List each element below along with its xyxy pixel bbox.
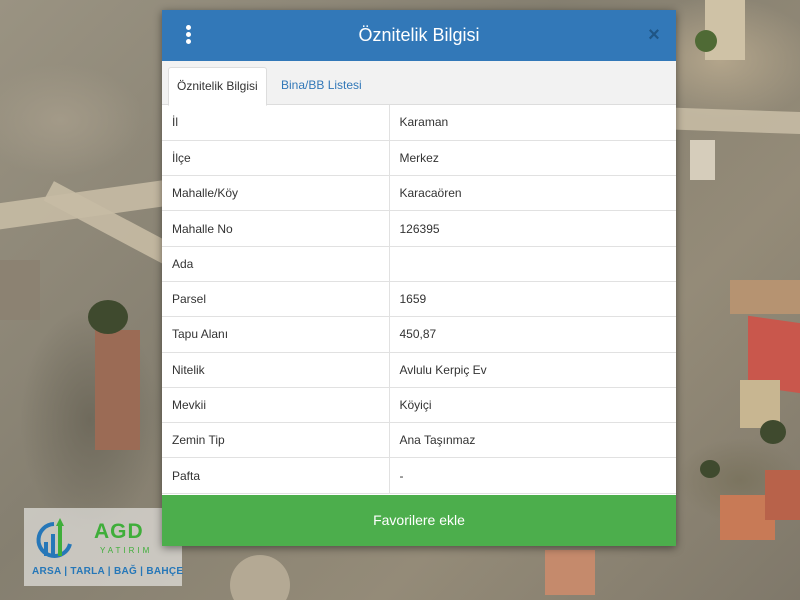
row-key: Mahalle/Köy xyxy=(162,175,390,212)
row-value: Avlulu Kerpiç Ev xyxy=(389,352,676,388)
map-building xyxy=(0,260,40,320)
row-value: Ana Taşınmaz xyxy=(389,422,676,459)
row-key: Tapu Alanı xyxy=(162,316,390,353)
map-tree xyxy=(760,420,786,444)
table-row: Parsel 1659 xyxy=(162,281,676,318)
map-road xyxy=(671,107,800,135)
table-row: Mevkii Köyiçi xyxy=(162,387,676,424)
map-building xyxy=(765,470,800,520)
table-row: Mahalle/Köy Karacaören xyxy=(162,175,676,212)
logo-name: AGD xyxy=(94,520,144,543)
map-building xyxy=(95,330,140,450)
row-value: - xyxy=(389,457,676,494)
attribute-table: İl Karaman İlçe Merkez Mahalle/Köy Karac… xyxy=(162,105,676,494)
row-key: İlçe xyxy=(162,140,390,177)
map-building xyxy=(690,140,715,180)
row-key: Mevkii xyxy=(162,387,390,424)
table-row: Ada xyxy=(162,246,676,282)
tab-attribute-info[interactable]: Öznitelik Bilgisi xyxy=(168,67,267,106)
row-key: Pafta xyxy=(162,457,390,494)
row-key: Nitelik xyxy=(162,352,390,388)
tab-bar: Öznitelik Bilgisi Bina/BB Listesi xyxy=(162,61,676,106)
close-icon[interactable]: × xyxy=(644,24,664,46)
row-value: 450,87 xyxy=(389,316,676,353)
logo-mark-icon xyxy=(36,518,72,558)
table-row: Tapu Alanı 450,87 xyxy=(162,316,676,353)
agd-logo: AGD YATIRIM ARSA | TARLA | BAĞ | BAHÇE xyxy=(24,508,184,586)
row-key: Parsel xyxy=(162,281,390,318)
table-row: Zemin Tip Ana Taşınmaz xyxy=(162,422,676,459)
tab-building-list[interactable]: Bina/BB Listesi xyxy=(273,67,370,106)
row-key: Mahalle No xyxy=(162,210,390,247)
table-row: Mahalle No 126395 xyxy=(162,210,676,247)
row-value: Karacaören xyxy=(389,175,676,212)
row-value: Karaman xyxy=(389,105,676,141)
map-tree xyxy=(700,460,720,478)
map-building xyxy=(730,280,800,314)
attribute-info-modal: Öznitelik Bilgisi × Öznitelik Bilgisi Bi… xyxy=(162,10,676,546)
row-value: Köyiçi xyxy=(389,387,676,424)
modal-header: Öznitelik Bilgisi × xyxy=(162,10,676,61)
table-row: Nitelik Avlulu Kerpiç Ev xyxy=(162,352,676,388)
map-tree xyxy=(88,300,128,334)
row-value: Merkez xyxy=(389,140,676,177)
table-row: Pafta - xyxy=(162,457,676,494)
row-value xyxy=(389,246,676,282)
row-key: İl xyxy=(162,105,390,141)
row-key: Zemin Tip xyxy=(162,422,390,459)
modal-title: Öznitelik Bilgisi xyxy=(358,25,480,45)
row-value: 126395 xyxy=(389,210,676,247)
map-road xyxy=(230,555,290,600)
add-to-favorites-button[interactable]: Favorilere ekle xyxy=(162,495,676,546)
logo-tagline: ARSA | TARLA | BAĞ | BAHÇE xyxy=(32,566,184,577)
row-key: Ada xyxy=(162,246,390,282)
map-building xyxy=(545,550,595,595)
logo-sub: YATIRIM xyxy=(100,546,153,555)
row-value: 1659 xyxy=(389,281,676,318)
map-tree xyxy=(695,30,717,52)
table-row: İl Karaman xyxy=(162,105,676,141)
table-row: İlçe Merkez xyxy=(162,140,676,177)
map-building xyxy=(705,0,745,60)
